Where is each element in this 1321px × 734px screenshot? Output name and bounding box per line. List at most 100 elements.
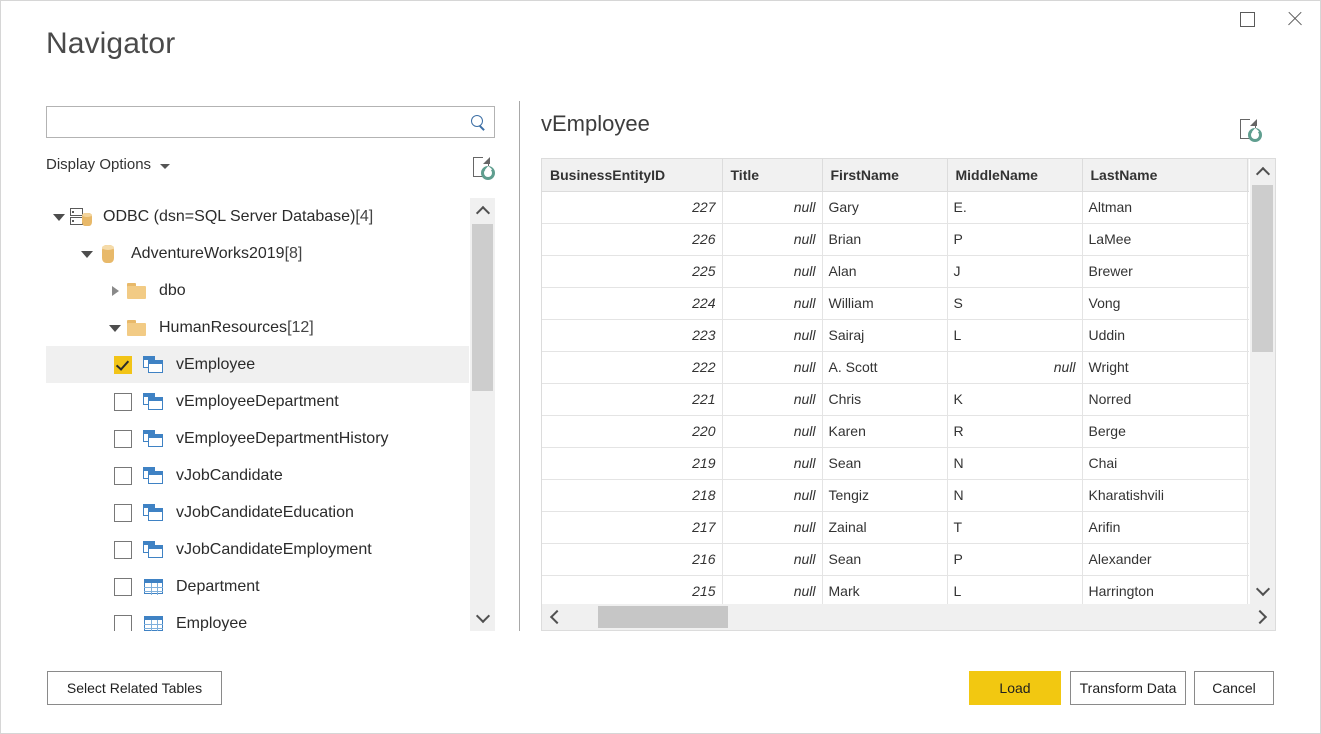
folder-icon [126,319,148,337]
table-cell [1247,352,1249,384]
tree-scroll-up-button[interactable] [470,198,495,224]
table-cell: null [722,576,822,605]
table-cell: 227 [542,192,722,224]
table-cell: Brewer [1082,256,1247,288]
table-cell: R [947,416,1082,448]
tree-expander[interactable] [48,212,70,221]
tree-item-checkbox[interactable] [114,356,132,374]
tree-item[interactable]: ODBC (dsn=SQL Server Database) [4] [46,198,469,235]
table-row: 224nullWilliamSVong [542,288,1249,320]
table-cell: 224 [542,288,722,320]
triangle-down-icon [81,251,93,258]
refresh-arrows [481,166,495,180]
table-cell: Gary [822,192,947,224]
chevron-left-icon [550,610,564,624]
tree-item[interactable]: Employee [46,605,469,631]
load-button[interactable]: Load [969,671,1061,705]
preview-scroll-left-button[interactable] [542,604,568,630]
tree-item-label: Department [176,578,260,596]
triangle-down-icon [53,214,65,221]
table-cell [1247,384,1249,416]
table-cell: Vong [1082,288,1247,320]
table-cell: Tengiz [822,480,947,512]
preview-vscrollbar-thumb[interactable] [1252,185,1273,352]
table-cell: Karen [822,416,947,448]
preview-hscrollbar-thumb[interactable] [598,606,728,628]
table-cell: Berge [1082,416,1247,448]
transform-data-button[interactable]: Transform Data [1070,671,1186,705]
search-input[interactable] [47,107,462,137]
tree-item-label: vJobCandidateEmployment [176,541,372,559]
view-icon [143,393,165,411]
table-row: 220nullKarenRBerge [542,416,1249,448]
table-row: 227nullGaryE.Altman [542,192,1249,224]
table-column-header[interactable]: FirstName [822,159,947,192]
table-cell: N [947,448,1082,480]
table-cell: 219 [542,448,722,480]
display-options-dropdown[interactable]: Display Options [46,156,170,173]
preview-scroll-up-button[interactable] [1250,159,1275,185]
tree-item-checkbox[interactable] [114,467,132,485]
table-cell: 218 [542,480,722,512]
search-button[interactable] [462,107,494,137]
table-cell: Alexander [1082,544,1247,576]
tree-item-checkbox[interactable] [114,504,132,522]
tree-item[interactable]: AdventureWorks2019 [8] [46,235,469,272]
preview-horizontal-scrollbar[interactable] [542,604,1275,630]
table-cell: Zainal [822,512,947,544]
preview-vertical-scrollbar[interactable] [1250,159,1275,604]
tree-expander[interactable] [76,249,98,258]
restore-window-button[interactable] [1224,1,1270,37]
table-cell: Altman [1082,192,1247,224]
search-box[interactable] [46,106,495,138]
table-cell: null [722,480,822,512]
table-row: 217nullZainalTArifin [542,512,1249,544]
tree-item[interactable]: HumanResources [12] [46,309,469,346]
table-column-header[interactable]: Suf [1247,159,1249,192]
table-cell: 226 [542,224,722,256]
table-cell [1247,544,1249,576]
tree-expander[interactable] [104,323,126,332]
table-column-header[interactable]: LastName [1082,159,1247,192]
table-row: 218nullTengizNKharatishvili [542,480,1249,512]
table-column-header[interactable]: MiddleName [947,159,1082,192]
tree-scrollbar-thumb[interactable] [472,224,493,391]
tree-expander[interactable] [104,286,126,296]
preview-scroll-down-button[interactable] [1250,578,1275,604]
chevron-down-icon [160,164,170,169]
table-row: 223nullSairajLUddin [542,320,1249,352]
tree-item-checkbox[interactable] [114,541,132,559]
select-related-tables-button[interactable]: Select Related Tables [47,671,222,705]
tree-item[interactable]: vEmployeeDepartment [46,383,469,420]
tree-item[interactable]: vEmployeeDepartmentHistory [46,420,469,457]
preview-scroll-right-button[interactable] [1249,604,1275,630]
object-tree[interactable]: ODBC (dsn=SQL Server Database) [4]Advent… [46,198,469,631]
tree-item-checkbox[interactable] [114,615,132,632]
tree-item[interactable]: vJobCandidateEducation [46,494,469,531]
document-fold [1250,119,1257,126]
tree-item-checkbox[interactable] [114,430,132,448]
tree-item[interactable]: Department [46,568,469,605]
cancel-button[interactable]: Cancel [1194,671,1274,705]
view-icon [143,356,165,374]
table-cell [1247,288,1249,320]
table-cell: Sean [822,448,947,480]
tree-item[interactable]: vJobCandidate [46,457,469,494]
table-column-header[interactable]: Title [722,159,822,192]
tree-item-label: vEmployee [176,356,255,374]
tree-item[interactable]: vEmployee [46,346,469,383]
tree-item[interactable]: vJobCandidateEmployment [46,531,469,568]
close-window-button[interactable] [1272,1,1318,37]
tree-item-checkbox[interactable] [114,578,132,596]
tree-scroll-down-button[interactable] [470,605,495,631]
refresh-preview-icon[interactable] [1240,119,1262,143]
refresh-preview-icon[interactable] [473,157,495,181]
chevron-right-icon [1253,610,1267,624]
table-column-header[interactable]: BusinessEntityID [542,159,722,192]
tree-vertical-scrollbar[interactable] [470,198,495,631]
tree-item-checkbox[interactable] [114,393,132,411]
pane-divider [519,101,520,631]
table-cell [1247,512,1249,544]
tree-item[interactable]: dbo [46,272,469,309]
table-cell: Uddin [1082,320,1247,352]
